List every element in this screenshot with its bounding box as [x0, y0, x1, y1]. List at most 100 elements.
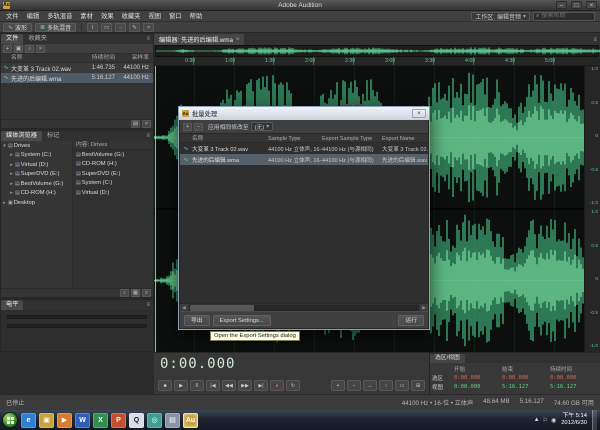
filter-audio-icon[interactable]: ♪: [120, 289, 129, 297]
tab-levels[interactable]: 电平: [1, 300, 23, 310]
panel-menu-icon[interactable]: ≡: [143, 300, 153, 310]
apply-favorite-dropdown[interactable]: (无) ▾: [251, 122, 274, 131]
selection-start[interactable]: 0:00.000: [454, 375, 502, 381]
close-file-button[interactable]: ×: [36, 45, 45, 53]
menu-file[interactable]: 文件: [2, 11, 23, 22]
contents-item[interactable]: ▤SuperDVD (E:): [73, 169, 153, 179]
taskbar-icon-internet-explorer[interactable]: e: [21, 413, 36, 428]
file-row-selected[interactable]: ∿ 先进的后编辑.wma 5:16.127 44100 Hz: [1, 73, 153, 83]
show-desktop-button[interactable]: [592, 410, 597, 430]
list-view-icon[interactable]: ▤: [131, 120, 140, 128]
taskbar-icon-powerpoint[interactable]: P: [111, 413, 126, 428]
tree-item-virtual-d[interactable]: ▸ ▤ Virtual (D:): [1, 160, 72, 170]
dialog-close-button[interactable]: ×: [412, 109, 426, 118]
file-row[interactable]: ∿ 大变革 3 Track 02.wav 1:46.735 44100 Hz: [1, 63, 153, 73]
menu-multitrack[interactable]: 多轨混音: [43, 11, 76, 22]
maximize-button[interactable]: □: [571, 1, 582, 9]
menu-window[interactable]: 窗口: [165, 11, 186, 22]
time-selection-tool[interactable]: I: [87, 23, 98, 32]
transport-pause[interactable]: ‖: [190, 380, 204, 391]
taskbar-icon-excel[interactable]: X: [93, 413, 108, 428]
playhead[interactable]: [155, 66, 156, 352]
column-sample-type[interactable]: Sample Type: [268, 134, 322, 142]
column-export-name[interactable]: Export Name: [382, 134, 428, 142]
zoom-zoom-reset[interactable]: ⊞: [411, 380, 425, 391]
tree-item-system-c[interactable]: ▸ ▤ System (C:): [1, 151, 72, 161]
selection-duration[interactable]: 0:00.000: [550, 375, 598, 381]
contents-item[interactable]: ▤BestVolume (G:): [73, 150, 153, 160]
taskbar-icon-word[interactable]: W: [75, 413, 90, 428]
minimize-button[interactable]: –: [556, 1, 567, 9]
editor-tab[interactable]: 编辑器: 先进的后编辑.wma ×: [154, 34, 244, 45]
open-folder-button[interactable]: ▣: [14, 45, 23, 53]
dialog-file-row[interactable]: ∿ 大变革 3 Track 02.wav 44100 Hz 立体声, 16-位 …: [180, 143, 428, 154]
selection-row[interactable]: 选区 0:00.000 0:00.000 0:00.000: [432, 373, 598, 382]
taskbar-icon-notepad[interactable]: ▤: [165, 413, 180, 428]
contents-item[interactable]: ▤Virtual (D:): [73, 188, 153, 198]
menu-view[interactable]: 视图: [144, 11, 165, 22]
tree-item-drives[interactable]: ▾ ▤ Drives: [1, 141, 72, 151]
close-tab-icon[interactable]: ×: [236, 37, 240, 43]
transport-stop[interactable]: ■: [158, 380, 172, 391]
panel-menu-icon[interactable]: ≡: [143, 34, 153, 44]
view-duration[interactable]: 5:16.127: [550, 384, 598, 390]
waveform-view-button[interactable]: ∿ 波形: [3, 23, 32, 32]
panel-menu-icon[interactable]: ≡: [590, 35, 600, 45]
contents-item[interactable]: ▤CD-ROM (H:): [73, 160, 153, 170]
zoom-zoom-out-horizontal[interactable]: −: [347, 380, 361, 391]
tray-expand-icon[interactable]: ▲: [534, 417, 540, 424]
panel-menu-icon[interactable]: ≡: [143, 131, 153, 141]
zoom-navigator-strip[interactable]: [155, 45, 599, 57]
transport-rewind[interactable]: ◀◀: [222, 380, 236, 391]
disclosure-closed-icon[interactable]: ▸: [8, 152, 15, 158]
taskbar-icon-file-explorer[interactable]: ▣: [39, 413, 54, 428]
column-sample-rate[interactable]: 采样率: [115, 54, 151, 62]
column-export-sample-type[interactable]: Export Sample Type: [322, 134, 382, 142]
transport-fast-forward[interactable]: ▶▶: [238, 380, 252, 391]
disclosure-closed-icon[interactable]: ▸: [8, 181, 15, 187]
menu-edit[interactable]: 编辑: [23, 11, 44, 22]
search-icon[interactable]: ⌕: [142, 289, 151, 297]
zoom-zoom-horizontal-full[interactable]: ↔: [363, 380, 377, 391]
tree-item-desktop[interactable]: ▸ ▣ Desktop: [1, 198, 72, 208]
tab-selection-view[interactable]: 选区/视图: [430, 354, 465, 363]
transport-skip-to-end[interactable]: ▶|: [254, 380, 268, 391]
transport-loop[interactable]: ↻: [286, 380, 300, 391]
menu-clip[interactable]: 素材: [76, 11, 97, 22]
tab-media-browser[interactable]: 媒体浏览器: [1, 131, 42, 141]
tab-markers[interactable]: 标记: [42, 131, 64, 141]
import-file-button[interactable]: +: [3, 45, 12, 53]
run-button[interactable]: 运行: [398, 315, 424, 326]
help-search-input[interactable]: [541, 13, 591, 19]
column-name[interactable]: 名称: [180, 134, 268, 142]
transport-play[interactable]: ▶: [174, 380, 188, 391]
transport-record[interactable]: ●: [270, 380, 284, 391]
time-display[interactable]: 0:00.000: [160, 356, 235, 372]
export-settings-button[interactable]: Export Settings...: [213, 315, 271, 326]
taskbar-icon-media-player[interactable]: ▶: [57, 413, 72, 428]
tab-favorites[interactable]: 收藏夹: [23, 34, 52, 44]
tray-network-icon[interactable]: ⚐: [543, 417, 548, 424]
contents-item[interactable]: ▤System (C:): [73, 179, 153, 189]
zoom-zoom-vertical-full[interactable]: ↕: [379, 380, 393, 391]
dialog-titlebar[interactable]: Au 批量处理 ×: [179, 107, 429, 120]
timeline-ruler[interactable]: 0:301:001:302:002:303:003:304:004:305:00: [154, 57, 584, 66]
tray-volume-icon[interactable]: ◉: [551, 417, 556, 424]
export-button[interactable]: 导出: [184, 315, 210, 326]
tree-item-cdrom-h[interactable]: ▸ ▤ CD-ROM (H:): [1, 189, 72, 199]
dialog-horizontal-scrollbar[interactable]: ◀ ▶: [180, 303, 428, 311]
eraser-tool[interactable]: ×: [143, 23, 154, 32]
start-button[interactable]: [2, 412, 18, 428]
menu-help[interactable]: 帮助: [186, 11, 207, 22]
filter-view-icon[interactable]: ▦: [131, 289, 140, 297]
multitrack-view-button[interactable]: ≣ 多轨混音: [35, 23, 76, 32]
add-files-button[interactable]: +: [183, 123, 192, 131]
remove-files-button[interactable]: −: [194, 123, 203, 131]
disclosure-closed-icon[interactable]: ▸: [8, 162, 15, 168]
taskbar-icon-audition[interactable]: Au: [183, 413, 198, 428]
lasso-selection-tool[interactable]: ◌: [115, 23, 126, 32]
paintbrush-tool[interactable]: ✎: [129, 23, 140, 32]
view-row[interactable]: 视图 0:00.000 5:16.127 5:16.127: [432, 382, 598, 391]
dialog-file-row-selected[interactable]: ∿ 先进的后编辑.wma 44100 Hz 立体声, 16-位 44100 Hz…: [180, 154, 428, 165]
marquee-selection-tool[interactable]: ▭: [101, 23, 112, 32]
